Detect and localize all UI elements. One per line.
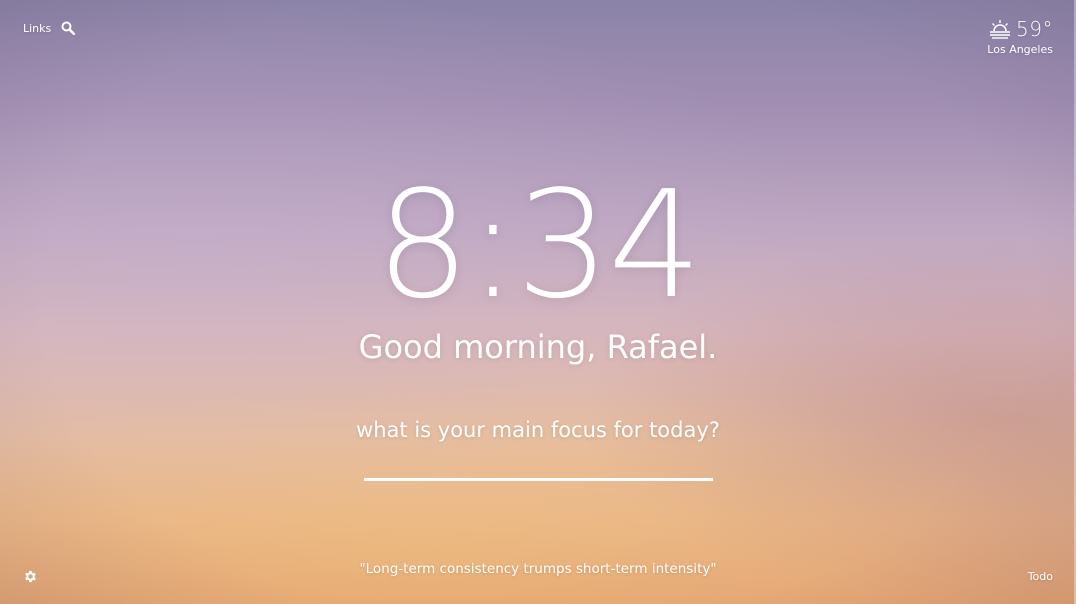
todo-button[interactable]: Todo <box>1028 570 1053 583</box>
links-button[interactable]: Links <box>23 22 51 35</box>
clock-time: 8:34 <box>375 159 702 331</box>
sunrise-icon <box>988 17 1012 41</box>
search-icon[interactable] <box>61 21 76 36</box>
top-left-bar: Links <box>23 21 76 36</box>
weather-row: 59° <box>987 17 1053 41</box>
weather-widget[interactable]: 59° Los Angeles <box>987 17 1053 56</box>
gear-icon[interactable] <box>23 569 38 584</box>
focus-prompt: what is your main focus for today? <box>356 418 720 442</box>
quote-text[interactable]: "Long-term consistency trumps short-term… <box>0 560 1076 578</box>
weather-location: Los Angeles <box>987 43 1053 56</box>
weather-temperature: 59° <box>1016 17 1053 41</box>
focus-input[interactable] <box>364 448 713 481</box>
greeting-text: Good morning, Rafael. <box>358 328 718 366</box>
